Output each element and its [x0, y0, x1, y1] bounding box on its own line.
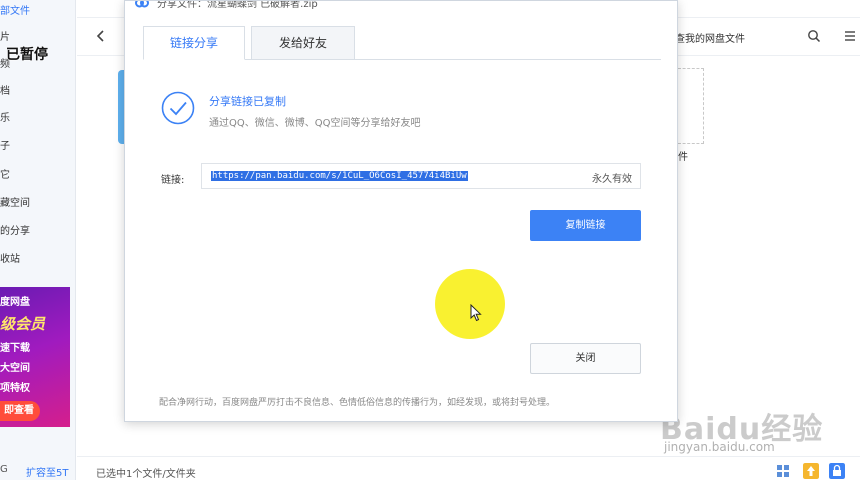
search-icon[interactable]	[807, 29, 821, 43]
dialog-title: 分享文件：流星蝴蝶剑 已破解者.zip	[157, 1, 318, 10]
expand-storage-link[interactable]: 扩容至5T	[26, 464, 68, 479]
back-arrow-icon[interactable]	[93, 28, 109, 44]
share-link-text[interactable]: https://pan.baidu.com/s/1CuL_O6CosI_4577…	[211, 171, 468, 181]
sidebar-item-music[interactable]: 乐	[0, 109, 10, 124]
close-button[interactable]: 关闭	[530, 343, 641, 374]
upload-arrow-icon[interactable]	[803, 463, 819, 479]
success-title: 分享链接已复制	[209, 95, 286, 108]
tab-send-to-friends[interactable]: 发给好友	[251, 26, 355, 60]
lock-icon[interactable]	[829, 463, 845, 479]
sidebar-item-other[interactable]: 它	[0, 166, 10, 181]
search-scope-label: 查我的网盘文件	[675, 34, 745, 45]
promo-line: 大空间	[0, 363, 30, 374]
sidebar-item-images[interactable]: 片	[0, 28, 10, 43]
sidebar-item-recycle-bin[interactable]: 收站	[0, 250, 20, 265]
link-validity: 永久有效	[592, 174, 632, 185]
thumbnail-view-icon[interactable]	[775, 463, 791, 479]
file-card-label: 件	[678, 152, 688, 163]
file-card-right-edge	[678, 68, 704, 144]
watermark-url: jingyan.baidu.com	[664, 440, 775, 454]
promo-line: 度网盘	[0, 297, 30, 308]
promo-line: 项特权	[0, 383, 30, 394]
sidebar-item-documents[interactable]: 档	[0, 82, 10, 97]
copy-link-button[interactable]: 复制链接	[530, 210, 641, 241]
checkmark-circle-icon	[161, 91, 195, 125]
baidu-netdisk-logo-icon	[135, 1, 149, 8]
success-description: 通过QQ、微信、微博、QQ空间等分享给好友吧	[209, 118, 421, 129]
dialog-title-bar: 分享文件：流星蝴蝶剑 已破解者.zip	[125, 1, 677, 13]
left-sidebar: 部文件 片 频 档 乐 子 它 藏空间 的分享 收站 度网盘 级会员 速下载 大…	[0, 0, 76, 480]
tab-link-share[interactable]: 链接分享	[143, 26, 245, 60]
grid-view-icon[interactable]	[843, 29, 857, 43]
mouse-cursor-icon	[470, 304, 482, 322]
selection-status: 已选中1个文件/文件夹	[96, 469, 196, 480]
promo-line: 级会员	[0, 315, 46, 333]
paused-overlay-text: 已暂停	[6, 47, 48, 63]
promo-line: 速下载	[0, 343, 30, 354]
share-dialog: 分享文件：流星蝴蝶剑 已破解者.zip 链接分享 发给好友 分享链接已复制 通过…	[124, 0, 678, 422]
sidebar-item-torrents[interactable]: 子	[0, 137, 10, 152]
storage-indicator: G	[0, 464, 8, 475]
promo-cta-button[interactable]: 即查看	[0, 401, 40, 421]
baidu-jingyan-watermark: Baidu经验 jingyan.baidu.com	[660, 404, 860, 464]
share-link-field[interactable]: https://pan.baidu.com/s/1CuL_O6CosI_4577…	[201, 163, 641, 189]
content-policy-notice: 配合净网行动，百度网盘严厉打击不良信息、色情低俗信息的传播行为，如经发现，或将封…	[159, 398, 556, 408]
sidebar-item-vault[interactable]: 藏空间	[0, 194, 30, 209]
vip-promo-banner[interactable]: 度网盘 级会员 速下载 大空间 项特权 即查看	[0, 287, 70, 427]
sidebar-item-my-shares[interactable]: 的分享	[0, 222, 30, 237]
link-label: 链接:	[161, 175, 185, 186]
sidebar-item-all-files[interactable]: 部文件	[0, 2, 30, 17]
